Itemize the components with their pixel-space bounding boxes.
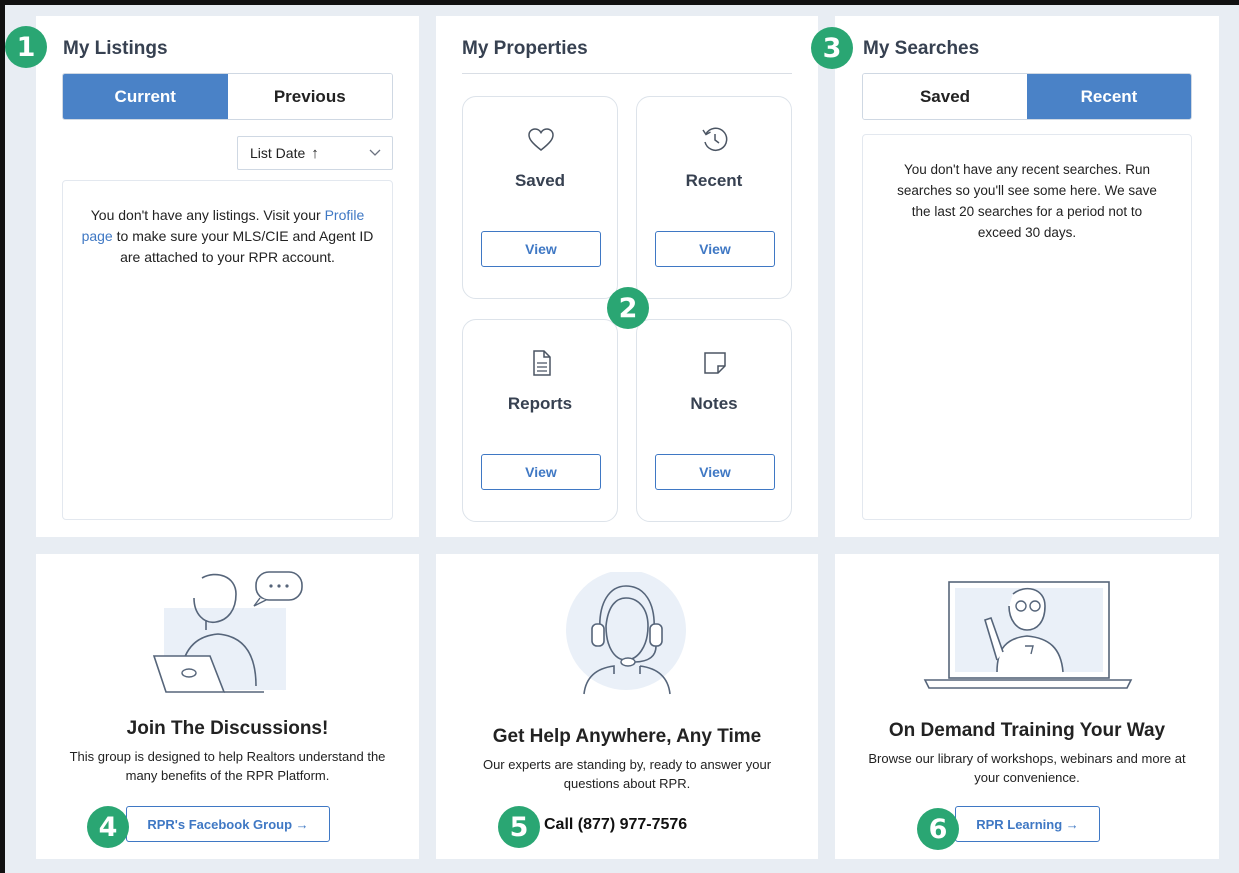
step-badge-3: 3 bbox=[811, 27, 853, 69]
my-searches-panel: My Searches Saved Recent You don't have … bbox=[835, 16, 1219, 537]
recent-view-button[interactable]: View bbox=[655, 231, 775, 267]
tab-current[interactable]: Current bbox=[63, 74, 228, 119]
training-panel: On Demand Training Your Way Browse our l… bbox=[835, 554, 1219, 859]
discussions-title: Join The Discussions! bbox=[126, 718, 329, 739]
reports-card-title: Reports bbox=[507, 394, 573, 413]
tab-saved-searches[interactable]: Saved bbox=[863, 74, 1027, 119]
step-badge-2: 2 bbox=[607, 287, 649, 329]
saved-properties-card: Saved View bbox=[462, 96, 618, 299]
saved-card-title: Saved bbox=[514, 171, 566, 190]
sort-label: List Date bbox=[250, 145, 306, 161]
empty-text-start: You don't have any listings. Visit your bbox=[90, 207, 325, 223]
tab-recent-searches[interactable]: Recent bbox=[1027, 74, 1191, 119]
notes-card-title: Notes bbox=[690, 394, 738, 413]
step-badge-6: 6 bbox=[917, 808, 959, 850]
reports-view-button[interactable]: View bbox=[481, 454, 601, 490]
my-properties-panel: My Properties Saved View Recent View Rep… bbox=[436, 16, 818, 537]
listings-tabs: Current Previous bbox=[62, 73, 393, 120]
help-panel: Get Help Anywhere, Any Time Our experts … bbox=[436, 554, 818, 859]
chevron-down-icon bbox=[369, 149, 381, 156]
help-description: Our experts are standing by, ready to an… bbox=[482, 757, 772, 791]
saved-view-button[interactable]: View bbox=[481, 231, 601, 267]
training-video-illustration-icon bbox=[923, 581, 1133, 689]
notes-card: Notes View bbox=[636, 319, 792, 522]
sort-select[interactable]: List Date ↑ bbox=[237, 136, 393, 170]
step-badge-4: 4 bbox=[87, 806, 129, 848]
properties-divider bbox=[462, 73, 792, 74]
history-icon bbox=[702, 127, 728, 151]
discussions-description: This group is designed to help Realtors … bbox=[69, 749, 386, 783]
my-listings-panel: My Listings Current Previous List Date ↑… bbox=[36, 16, 419, 537]
note-icon bbox=[704, 352, 726, 374]
recent-card-title: Recent bbox=[685, 171, 743, 190]
empty-text-end: to make sure your MLS/CIE and Agent ID a… bbox=[112, 228, 374, 265]
window-frame-top bbox=[0, 0, 1239, 5]
call-phone-number[interactable]: Call (877) 977-7576 bbox=[544, 816, 687, 834]
facebook-group-button[interactable]: RPR's Facebook Group → bbox=[126, 806, 330, 842]
my-searches-title: My Searches bbox=[863, 38, 980, 59]
searches-tabs: Saved Recent bbox=[862, 73, 1192, 120]
document-icon bbox=[533, 350, 551, 376]
discussion-illustration-icon bbox=[152, 571, 303, 693]
my-properties-title: My Properties bbox=[462, 38, 588, 59]
notes-view-button[interactable]: View bbox=[655, 454, 775, 490]
rpr-learning-button[interactable]: RPR Learning → bbox=[955, 806, 1100, 842]
training-title: On Demand Training Your Way bbox=[888, 720, 1166, 741]
tab-previous[interactable]: Previous bbox=[227, 74, 392, 119]
my-listings-title: My Listings bbox=[63, 38, 168, 59]
listings-empty-state: You don't have any listings. Visit your … bbox=[62, 180, 393, 520]
window-frame-left bbox=[0, 0, 5, 873]
help-title: Get Help Anywhere, Any Time bbox=[492, 726, 762, 747]
heart-icon bbox=[528, 128, 554, 151]
training-description: Browse our library of workshops, webinar… bbox=[868, 751, 1186, 785]
reports-card: Reports View bbox=[462, 319, 618, 522]
support-agent-icon bbox=[566, 572, 686, 695]
step-badge-1: 1 bbox=[5, 26, 47, 68]
sort-direction-icon: ↑ bbox=[311, 144, 319, 162]
step-badge-5: 5 bbox=[498, 806, 540, 848]
recent-properties-card: Recent View bbox=[636, 96, 792, 299]
searches-empty-state: You don't have any recent searches. Run … bbox=[862, 134, 1192, 520]
